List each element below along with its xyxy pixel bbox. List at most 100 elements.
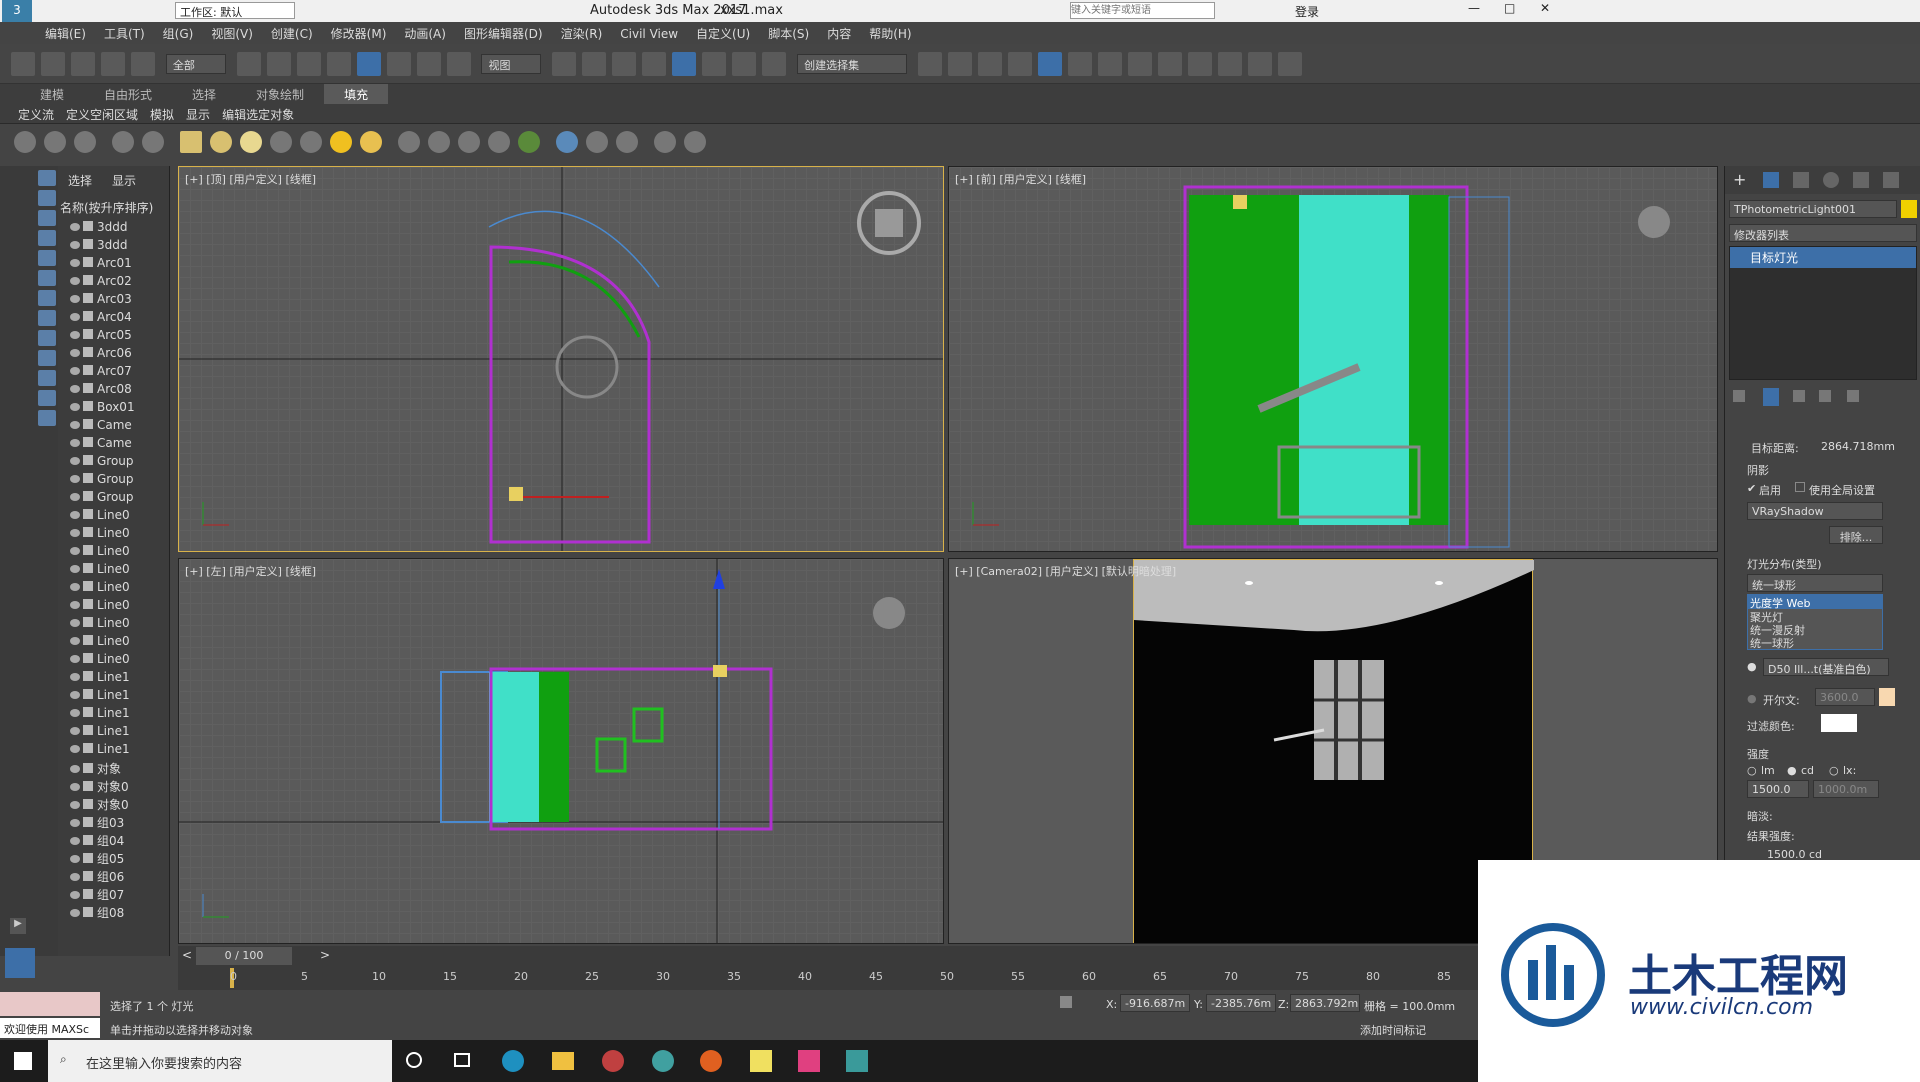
viewport-label-front[interactable]: [+] [前] [用户定义] [线框]: [955, 171, 1086, 187]
bind-space-warp-icon[interactable]: [131, 52, 155, 76]
material-ball-icon[interactable]: [556, 131, 578, 153]
task-view-icon[interactable]: [454, 1053, 470, 1067]
filter-xrefs-icon[interactable]: [38, 310, 56, 326]
y-coordinate[interactable]: -2385.76m: [1206, 994, 1276, 1012]
ribbon-define-flows[interactable]: 定义流: [12, 104, 60, 125]
unit-lm-radio[interactable]: ○: [1747, 764, 1757, 777]
snap-icon[interactable]: [642, 52, 667, 76]
render-iterative-icon[interactable]: [1247, 52, 1272, 76]
ribbon-define-idle-areas[interactable]: 定义空闲区域: [60, 104, 144, 125]
explorer-item[interactable]: 组04: [58, 832, 169, 850]
configure-sets-icon[interactable]: [1847, 390, 1859, 402]
cone-icon[interactable]: [300, 131, 322, 153]
explorer-item[interactable]: Arc04: [58, 310, 169, 328]
explorer-item[interactable]: 3ddd: [58, 238, 169, 256]
visibility-eye-icon[interactable]: [70, 619, 80, 627]
visibility-eye-icon[interactable]: [70, 511, 80, 519]
kelvin-radio[interactable]: ●: [1747, 692, 1757, 705]
maximize-icon[interactable]: □: [1504, 1, 1515, 15]
display-tab-icon[interactable]: [1853, 172, 1869, 188]
window-crossing-icon[interactable]: [326, 52, 351, 76]
explorer-item[interactable]: 对象0: [58, 796, 169, 814]
move-icon[interactable]: [356, 52, 381, 76]
visibility-eye-icon[interactable]: [70, 439, 80, 447]
distribution-option[interactable]: 光度学 Web: [1748, 595, 1882, 610]
sphere-icon[interactable]: [240, 131, 262, 153]
viewport-label-left[interactable]: [+] [左] [用户定义] [线框]: [185, 563, 316, 579]
visibility-eye-icon[interactable]: [70, 295, 80, 303]
visibility-eye-icon[interactable]: [70, 873, 80, 881]
menu-rendering[interactable]: 渲染(R): [552, 22, 612, 45]
viewport-label-top[interactable]: [+] [顶] [用户定义] [线框]: [185, 171, 316, 187]
proxy-icon[interactable]: [428, 131, 450, 153]
filter-frozen-icon[interactable]: [38, 370, 56, 386]
visibility-eye-icon[interactable]: [70, 259, 80, 267]
ribbon-icon[interactable]: [1007, 52, 1032, 76]
app-icon-1[interactable]: [602, 1050, 624, 1072]
explorer-item[interactable]: Arc08: [58, 382, 169, 400]
close-icon[interactable]: ✕: [1540, 1, 1550, 15]
app-icon-4[interactable]: [798, 1050, 820, 1072]
explorer-item[interactable]: Line0: [58, 634, 169, 652]
image-icon[interactable]: [74, 131, 96, 153]
undo-icon[interactable]: [11, 52, 35, 76]
filter-all-icon[interactable]: [38, 410, 56, 426]
track-bar[interactable]: 0 5 10 15 20 25 30 35 40 45 50 55 60 65 70 75 80 85: [178, 966, 1478, 990]
sun-icon[interactable]: [330, 131, 352, 153]
modifier-list-dropdown[interactable]: 修改器列表: [1729, 224, 1917, 242]
visibility-eye-icon[interactable]: [70, 349, 80, 357]
vfb-icon[interactable]: [616, 131, 638, 153]
ribbon-edit-selected[interactable]: 编辑选定对象: [216, 104, 300, 125]
visibility-eye-icon[interactable]: [70, 331, 80, 339]
menu-views[interactable]: 视图(V): [202, 22, 262, 45]
explorer-item[interactable]: Box01: [58, 400, 169, 418]
time-slider-thumb[interactable]: 0 / 100: [196, 947, 292, 965]
explorer-item[interactable]: Line0: [58, 616, 169, 634]
cloud-icon[interactable]: [44, 131, 66, 153]
visibility-eye-icon[interactable]: [70, 673, 80, 681]
palette-icon[interactable]: [586, 131, 608, 153]
workspace-dropdown[interactable]: 工作区: 默认: [175, 2, 295, 19]
pivot-icon[interactable]: [552, 52, 577, 76]
visibility-eye-icon[interactable]: [70, 457, 80, 465]
remove-modifier-icon[interactable]: [1819, 390, 1831, 402]
filter-lights-icon[interactable]: [38, 210, 56, 226]
link-icon[interactable]: [71, 52, 95, 76]
viewport-left[interactable]: [+] [左] [用户定义] [线框]: [178, 558, 944, 944]
explorer-item[interactable]: Line0: [58, 508, 169, 526]
mirror-icon[interactable]: [917, 52, 942, 76]
explorer-item[interactable]: Line1: [58, 742, 169, 760]
maxscript-listener[interactable]: [0, 992, 100, 1016]
z-coordinate[interactable]: 2863.792m: [1290, 994, 1360, 1012]
color-preset-dropdown[interactable]: D50 Ill...t(基准白色): [1763, 658, 1889, 676]
place-icon[interactable]: [446, 52, 471, 76]
rotate-icon[interactable]: [386, 52, 411, 76]
ribbon-display[interactable]: 显示: [180, 104, 216, 125]
explorer-item[interactable]: Line1: [58, 688, 169, 706]
teapot-icon[interactable]: [14, 131, 36, 153]
visibility-eye-icon[interactable]: [70, 547, 80, 555]
dome-icon[interactable]: [210, 131, 232, 153]
spinner-snap-icon[interactable]: [732, 52, 757, 76]
explorer-item[interactable]: Line1: [58, 724, 169, 742]
visibility-eye-icon[interactable]: [70, 745, 80, 753]
visibility-eye-icon[interactable]: [70, 475, 80, 483]
explorer-item[interactable]: Group: [58, 472, 169, 490]
explorer-item[interactable]: Line0: [58, 598, 169, 616]
3dsmax-taskbar-icon[interactable]: [846, 1050, 868, 1072]
lock-icon[interactable]: [1060, 996, 1072, 1008]
explorer-item[interactable]: 组06: [58, 868, 169, 886]
windows-start-icon[interactable]: [14, 1052, 32, 1070]
menu-help[interactable]: 帮助(H): [860, 22, 920, 45]
x-coordinate[interactable]: -916.687m: [1120, 994, 1190, 1012]
filter-spacewarps-icon[interactable]: [38, 270, 56, 286]
app-icon-3[interactable]: [750, 1050, 772, 1072]
visibility-eye-icon[interactable]: [70, 583, 80, 591]
explorer-item[interactable]: Group: [58, 454, 169, 472]
explorer-item[interactable]: 3ddd: [58, 220, 169, 238]
unlink-icon[interactable]: [101, 52, 125, 76]
explorer-item[interactable]: 组08: [58, 904, 169, 922]
scale-icon[interactable]: [416, 52, 441, 76]
ribbon-tab-object-paint[interactable]: 对象绘制: [236, 84, 324, 105]
explorer-item[interactable]: 对象0: [58, 778, 169, 796]
